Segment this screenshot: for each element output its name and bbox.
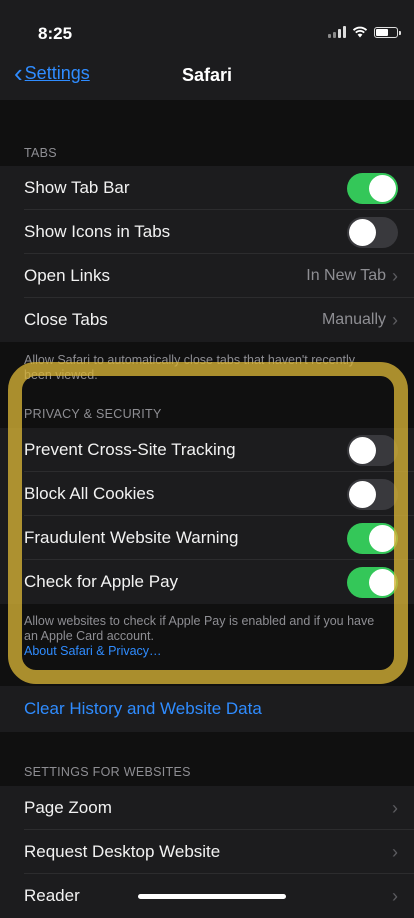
section-header-privacy: PRIVACY & SECURITY — [24, 407, 162, 421]
row-close-tabs[interactable]: Close Tabs Manually › — [0, 298, 414, 342]
page-title: Safari — [181, 65, 233, 85]
row-label: Fraudulent Website Warning — [24, 528, 239, 547]
row-page-zoom[interactable]: Page Zoom › — [0, 786, 414, 830]
fraudulent-website-warning-toggle[interactable] — [347, 522, 398, 554]
tabs-footer-text: Allow Safari to automatically close tabs… — [24, 353, 356, 382]
privacy-group: Prevent Cross-Site Tracking Block All Co… — [0, 428, 414, 604]
tabs-group: Show Tab Bar Show Icons in Tabs Open Lin… — [0, 166, 414, 342]
show-icons-in-tabs-toggle[interactable] — [347, 216, 398, 248]
home-indicator[interactable] — [138, 894, 286, 899]
clear-history-label: Clear History and Website Data — [24, 699, 262, 718]
about-safari-privacy-link[interactable]: About Safari & Privacy… — [24, 644, 162, 658]
row-fraudulent-website-warning[interactable]: Fraudulent Website Warning — [0, 516, 414, 560]
row-check-for-apple-pay[interactable]: Check for Apple Pay — [0, 560, 414, 604]
row-value: In New Tab — [306, 267, 386, 284]
battery-icon — [374, 26, 401, 38]
row-label: Show Tab Bar — [24, 178, 130, 197]
row-prevent-cross-site-tracking[interactable]: Prevent Cross-Site Tracking — [0, 428, 414, 472]
show-tab-bar-toggle[interactable] — [347, 172, 398, 204]
wifi-icon — [352, 26, 368, 38]
privacy-footer-text: Allow websites to check if Apple Pay is … — [24, 614, 375, 643]
chevron-right-icon: › — [392, 797, 398, 818]
chevron-right-icon: › — [392, 309, 398, 330]
row-label: Request Desktop Website — [24, 842, 221, 861]
status-bar: 8:25 — [0, 0, 414, 60]
chevron-right-icon: › — [392, 265, 398, 286]
row-show-icons-in-tabs[interactable]: Show Icons in Tabs — [0, 210, 414, 254]
navigation-bar: ‹ Settings Safari — [0, 52, 414, 100]
row-label: Block All Cookies — [24, 484, 155, 503]
block-all-cookies-toggle[interactable] — [347, 478, 398, 510]
row-label: Close Tabs — [24, 310, 108, 329]
section-header-tabs: TABS — [24, 146, 57, 160]
status-icons — [328, 26, 401, 38]
row-open-links[interactable]: Open Links In New Tab › — [0, 254, 414, 298]
privacy-footer: Allow websites to check if Apple Pay is … — [24, 614, 384, 659]
cellular-signal-icon — [328, 26, 346, 38]
row-show-tab-bar[interactable]: Show Tab Bar — [0, 166, 414, 210]
row-label: Page Zoom — [24, 798, 112, 817]
chevron-right-icon: › — [392, 885, 398, 906]
row-value: Manually — [321, 311, 386, 328]
check-for-apple-pay-toggle[interactable] — [347, 566, 398, 598]
clear-history-button[interactable]: Clear History and Website Data — [0, 686, 414, 732]
row-label: Check for Apple Pay — [24, 572, 179, 591]
row-label: Open Links — [24, 266, 110, 285]
row-label: Prevent Cross-Site Tracking — [24, 440, 236, 459]
chevron-right-icon: › — [392, 841, 398, 862]
prevent-cross-site-tracking-toggle[interactable] — [347, 434, 398, 466]
row-block-all-cookies[interactable]: Block All Cookies — [0, 472, 414, 516]
row-request-desktop-website[interactable]: Request Desktop Website › — [0, 830, 414, 874]
status-time: 8:25 — [38, 24, 73, 43]
row-label: Show Icons in Tabs — [24, 222, 171, 241]
section-header-websites: SETTINGS FOR WEBSITES — [24, 765, 191, 779]
